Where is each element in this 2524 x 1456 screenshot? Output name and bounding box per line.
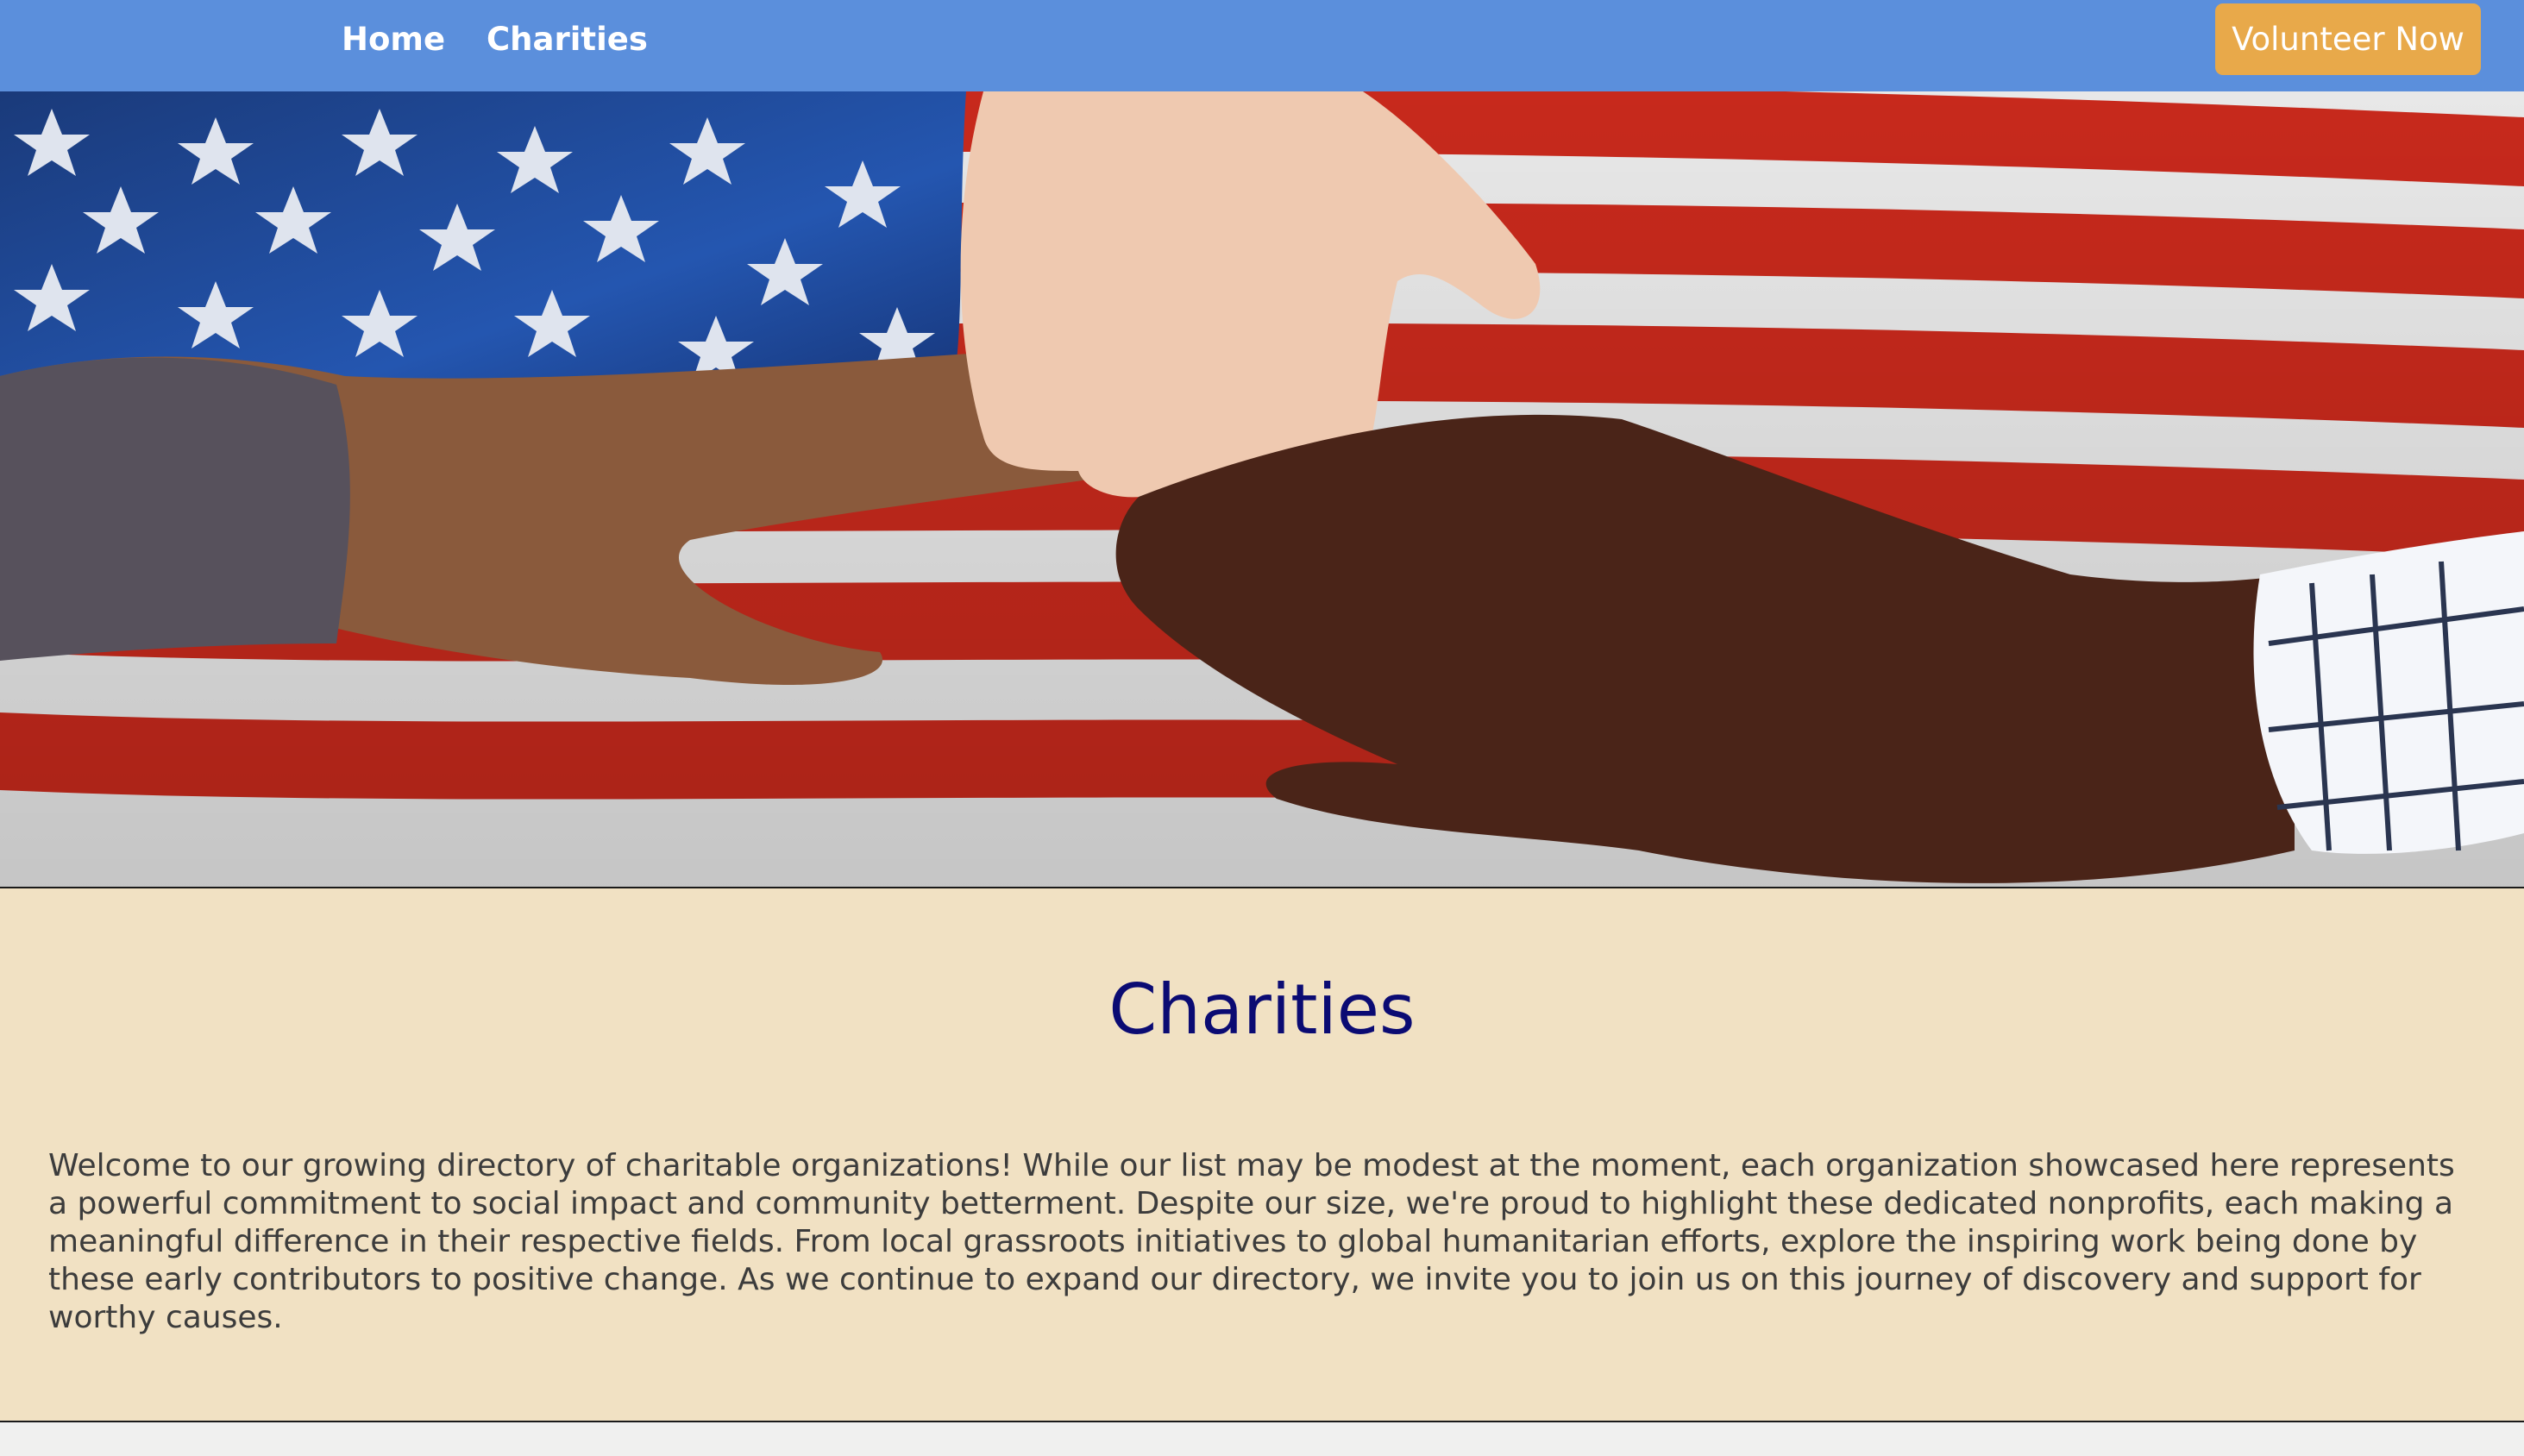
charities-intro-section: Charities Welcome to our growing directo… (0, 888, 2524, 1422)
hero-banner-image (0, 91, 2524, 888)
page-bottom-strip (0, 1422, 2524, 1456)
intro-paragraph: Welcome to our growing directory of char… (48, 1148, 2455, 1335)
nav-link-charities[interactable]: Charities (487, 16, 648, 64)
page-title: Charities (1108, 970, 1416, 1050)
top-navbar: Home Charities Volunteer Now (0, 0, 2524, 91)
nav-link-home[interactable]: Home (342, 16, 445, 64)
hands-on-flag-illustration (0, 91, 2524, 887)
volunteer-now-button[interactable]: Volunteer Now (2215, 3, 2481, 75)
